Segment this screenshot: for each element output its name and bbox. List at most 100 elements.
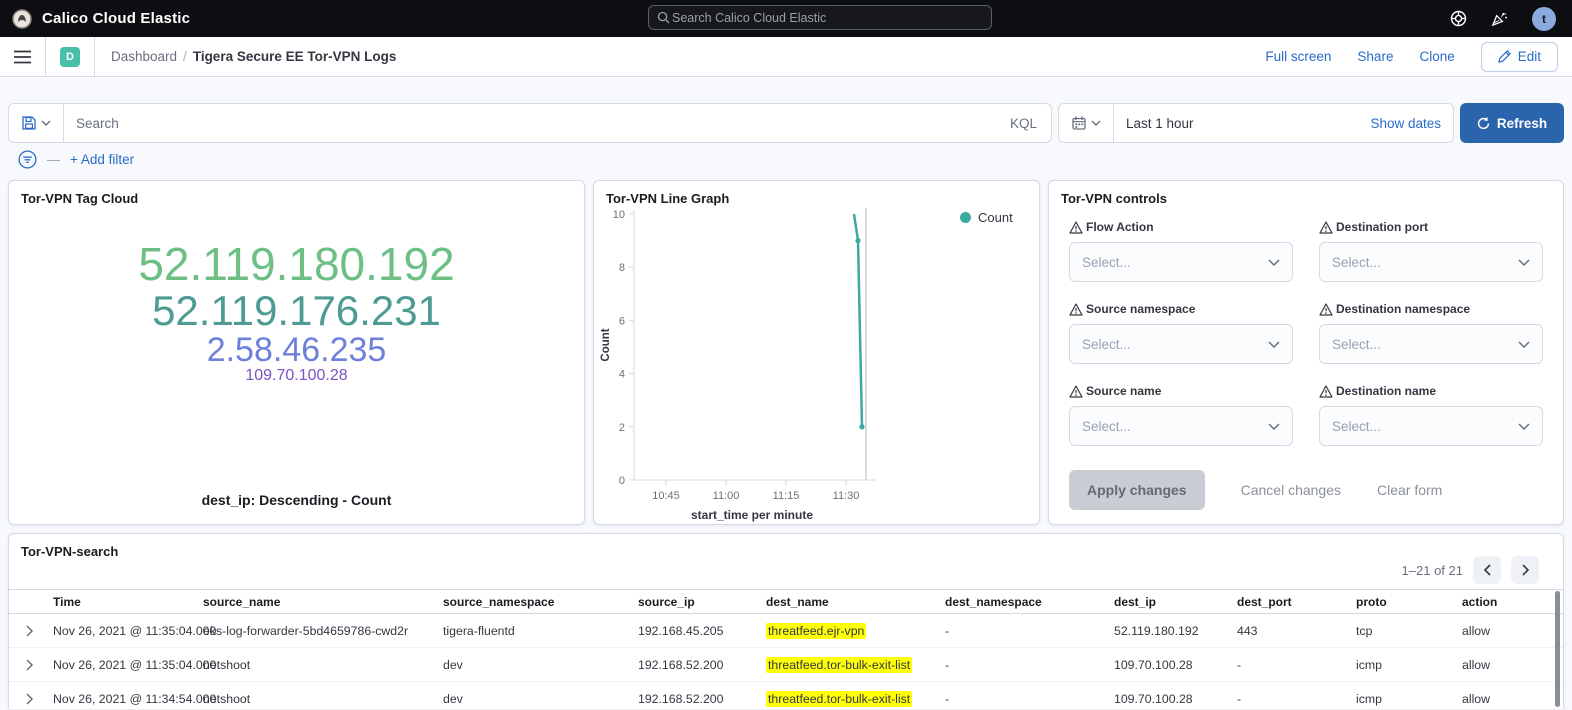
svg-text:start_time per minute: start_time per minute — [691, 508, 813, 522]
svg-text:11:00: 11:00 — [713, 490, 740, 502]
control-field: Destination port Select... — [1319, 220, 1543, 282]
cell-dest_port: - — [1237, 658, 1356, 672]
table-row: Nov 26, 2021 @ 11:35:04.000netshootdev19… — [9, 648, 1563, 682]
chevron-left-icon — [1483, 564, 1492, 576]
prev-page-button[interactable] — [1473, 556, 1501, 584]
expand-row-icon[interactable] — [9, 693, 53, 705]
chevron-down-icon — [1268, 423, 1280, 430]
show-dates-button[interactable]: Show dates — [1370, 116, 1453, 131]
menu-icon[interactable] — [14, 50, 31, 64]
select-input[interactable]: Select... — [1319, 242, 1543, 282]
full-screen-button[interactable]: Full screen — [1265, 49, 1331, 64]
highlighted-value: threatfeed.tor-bulk-exit-list — [766, 657, 912, 673]
cell-time: Nov 26, 2021 @ 11:35:04.000 — [53, 658, 203, 672]
tag-cloud: 52.119.180.19252.119.176.2312.58.46.2351… — [9, 241, 584, 384]
svg-text:8: 8 — [619, 262, 625, 274]
controls-buttons: Apply changes Cancel changes Clear form — [1049, 446, 1563, 510]
cell-source_namespace: dev — [443, 658, 638, 672]
cell-action: allow — [1462, 624, 1563, 638]
field-label: Flow Action — [1069, 220, 1293, 234]
control-field: Destination nameSelect... — [1319, 384, 1543, 446]
expand-row-icon[interactable] — [9, 659, 53, 671]
cell-dest_port: - — [1237, 692, 1356, 706]
kql-search-input[interactable] — [64, 116, 996, 131]
field-label-text: Source namespace — [1086, 302, 1195, 316]
add-filter-button[interactable]: + Add filter — [70, 152, 134, 167]
column-header: Time — [53, 595, 203, 609]
date-picker: Last 1 hour Show dates — [1058, 103, 1454, 143]
filter-menu-icon[interactable] — [18, 150, 37, 169]
legend-label: Count — [978, 210, 1013, 225]
field-label-text: Destination namespace — [1336, 302, 1470, 316]
table-scrollbar[interactable] — [1555, 591, 1560, 707]
column-header: source_namespace — [443, 595, 638, 609]
filter-dash: — — [47, 152, 60, 167]
global-search[interactable] — [648, 5, 992, 30]
search-icon — [657, 11, 670, 24]
select-placeholder: Select... — [1082, 337, 1268, 352]
calendar-icon — [1072, 116, 1086, 130]
cell-dest_namespace: - — [945, 624, 1114, 638]
chevron-down-icon — [1091, 120, 1101, 126]
svg-text:11:15: 11:15 — [773, 490, 800, 502]
cell-dest_name: threatfeed.tor-bulk-exit-list — [766, 658, 945, 672]
newsfeed-icon[interactable] — [1491, 10, 1508, 27]
kql-toggle[interactable]: KQL — [996, 116, 1051, 131]
select-input[interactable]: Select... — [1069, 406, 1293, 446]
cell-dest_ip: 109.70.100.28 — [1114, 658, 1237, 672]
tag-cloud-caption: dest_ip: Descending - Count — [9, 492, 584, 508]
svg-text:11:30: 11:30 — [833, 490, 860, 502]
top-header-bar: Calico Cloud Elastic t — [0, 0, 1572, 37]
next-page-button[interactable] — [1511, 556, 1539, 584]
panel-title: Tor-VPN Tag Cloud — [9, 181, 584, 206]
space-badge[interactable]: D — [60, 47, 80, 67]
cell-source_ip: 192.168.45.205 — [638, 624, 766, 638]
brand[interactable]: Calico Cloud Elastic — [12, 9, 190, 29]
cell-dest_namespace: - — [945, 692, 1114, 706]
tag-cloud-word[interactable]: 52.119.180.192 — [138, 241, 454, 289]
log-table: Timesource_namesource_namespacesource_ip… — [9, 589, 1563, 709]
select-input[interactable]: Select... — [1069, 242, 1293, 282]
select-input[interactable]: Select... — [1319, 324, 1543, 364]
page-title: Tigera Secure EE Tor-VPN Logs — [193, 49, 397, 64]
chevron-down-icon — [1518, 341, 1530, 348]
select-placeholder: Select... — [1082, 255, 1268, 270]
tag-cloud-word[interactable]: 52.119.176.231 — [152, 289, 441, 333]
edit-button-label: Edit — [1518, 49, 1541, 64]
edit-button[interactable]: Edit — [1481, 42, 1558, 72]
share-button[interactable]: Share — [1357, 49, 1393, 64]
control-field: Flow Action Select... — [1069, 220, 1293, 282]
time-range-value[interactable]: Last 1 hour — [1114, 116, 1370, 131]
tag-cloud-word[interactable]: 2.58.46.235 — [207, 333, 387, 368]
tag-cloud-word[interactable]: 109.70.100.28 — [245, 368, 347, 385]
cell-dest_ip: 52.119.180.192 — [1114, 624, 1237, 638]
field-label: Destination namespace — [1319, 302, 1543, 316]
select-input[interactable]: Select... — [1319, 406, 1543, 446]
dashboard-app: Calico Cloud Elastic t D Dashboard — [0, 0, 1572, 710]
cell-proto: icmp — [1356, 692, 1462, 706]
cell-dest_ip: 109.70.100.28 — [1114, 692, 1237, 706]
highlighted-value: threatfeed.ejr-vpn — [766, 623, 866, 639]
cell-proto: tcp — [1356, 624, 1462, 638]
select-input[interactable]: Select... — [1069, 324, 1293, 364]
field-label-text: Destination port — [1336, 220, 1428, 234]
calico-logo-icon — [12, 9, 32, 29]
select-placeholder: Select... — [1332, 337, 1518, 352]
help-icon[interactable] — [1450, 10, 1467, 27]
user-avatar[interactable]: t — [1532, 7, 1556, 31]
saved-query-menu[interactable] — [9, 104, 64, 142]
expand-row-icon[interactable] — [9, 625, 53, 637]
cancel-changes-button[interactable]: Cancel changes — [1241, 482, 1341, 498]
query-bar: KQL Last 1 hour Show dates Refresh — [8, 103, 1564, 143]
global-search-input[interactable] — [670, 10, 983, 26]
breadcrumb-dashboard[interactable]: Dashboard — [111, 49, 177, 64]
breadcrumb-bar: D Dashboard / Tigera Secure EE Tor-VPN L… — [0, 37, 1572, 77]
legend-item-count[interactable]: Count — [960, 210, 1013, 225]
clone-button[interactable]: Clone — [1419, 49, 1454, 64]
refresh-button[interactable]: Refresh — [1460, 103, 1564, 143]
select-placeholder: Select... — [1332, 255, 1518, 270]
date-quick-menu[interactable] — [1059, 104, 1114, 142]
clear-form-button[interactable]: Clear form — [1377, 482, 1442, 498]
svg-text:2: 2 — [619, 422, 625, 434]
apply-changes-button[interactable]: Apply changes — [1069, 470, 1205, 510]
